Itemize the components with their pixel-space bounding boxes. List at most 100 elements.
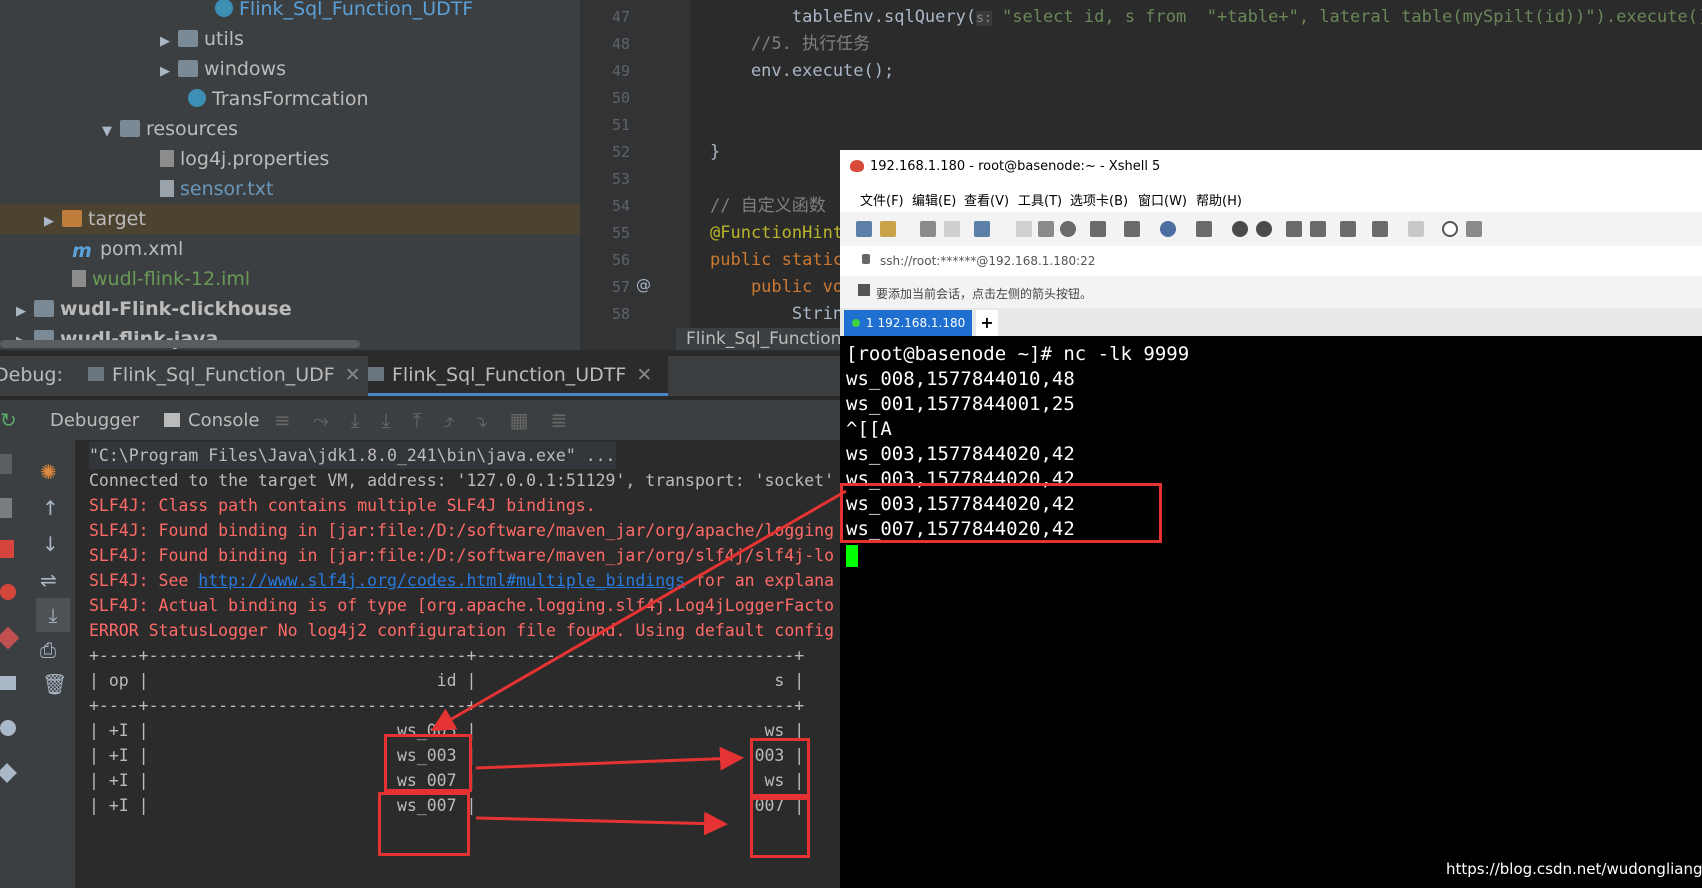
fullscreen-icon[interactable] <box>1286 221 1302 237</box>
session-tab[interactable]: 1 192.168.1.180 <box>844 310 972 336</box>
tree-item-windows[interactable]: ▶ windows <box>160 54 286 84</box>
scroll-to-end-icon[interactable]: ⤓ <box>36 598 70 632</box>
chevron-right-icon[interactable]: ▶ <box>160 57 178 87</box>
stop-icon[interactable] <box>0 540 14 558</box>
tree-item-log4j-properties[interactable]: log4j.properties <box>160 144 329 174</box>
tab-flink-sql-function-udtf[interactable]: Flink_Sql_Function_UDTF ✕ <box>368 356 668 396</box>
tree-item-sensor-txt[interactable]: sensor.txt <box>160 174 273 204</box>
session-address[interactable]: ssh://root:******@192.168.1.180:22 <box>880 254 1095 268</box>
rerun-icon[interactable]: ↻ <box>0 408 20 432</box>
menu-tools[interactable]: 工具(T) <box>1018 190 1062 209</box>
debug-target-icon[interactable]: ✺ <box>40 460 57 484</box>
code-line-54: // 自定义函数 <box>710 196 826 216</box>
tree-scrollbar[interactable] <box>0 340 360 348</box>
chevron-right-icon[interactable]: ▶ <box>16 297 34 327</box>
properties-icon[interactable] <box>974 221 990 237</box>
globe-icon[interactable] <box>1160 221 1176 237</box>
tree-item-target[interactable]: ▶ target <box>44 204 146 234</box>
console-side-toolbar: ✺ ↑ ↓ ⇌ ⤓ ⎙ 🗑 <box>36 440 76 888</box>
print-icon[interactable] <box>1090 221 1106 237</box>
help-icon[interactable] <box>1442 221 1458 237</box>
console-line: SLF4J: Actual binding is of type [org.ap… <box>89 596 835 615</box>
new-tab-icon[interactable] <box>1372 221 1388 237</box>
xshell-title: 192.168.1.180 - root@basenode:~ - Xshell… <box>870 159 1161 174</box>
script-icon[interactable] <box>1232 221 1248 237</box>
breakpoints-icon[interactable] <box>0 584 16 600</box>
code-line-56: public static <box>710 250 844 270</box>
soft-wrap-icon[interactable]: ⇌ <box>40 568 57 592</box>
terminal-line: ws_003,1577844020,42 <box>846 443 1075 465</box>
paste-icon[interactable] <box>1038 221 1054 237</box>
new-session-icon[interactable] <box>856 221 872 237</box>
layout-icon[interactable] <box>1408 221 1424 237</box>
folder-icon <box>178 30 198 47</box>
debug-step-toolbar[interactable]: ≡⤳⤓⤓⤒⤴⤵▦≣ <box>274 408 589 432</box>
menu-file[interactable]: 文件(F) <box>860 190 904 209</box>
tree-item-iml[interactable]: wudl-flink-12.iml <box>72 264 250 294</box>
resume-icon[interactable] <box>0 454 12 474</box>
mute-breakpoints-icon[interactable] <box>0 626 20 650</box>
tree-item-pom-xml[interactable]: m pom.xml <box>72 234 183 264</box>
font-icon[interactable] <box>1196 221 1212 237</box>
lock-icon[interactable] <box>1310 221 1326 237</box>
folder-icon <box>178 60 198 77</box>
xshell-address-bar[interactable]: ssh://root:******@192.168.1.180:22 <box>840 246 1702 276</box>
terminal[interactable]: [root@basenode ~]# nc -lk 9999 ws_008,15… <box>840 336 1702 888</box>
arrow-icon[interactable] <box>858 284 870 296</box>
search-icon[interactable] <box>1060 221 1076 237</box>
line-number: 56 <box>611 251 630 269</box>
override-at-icon[interactable]: @ <box>636 276 651 294</box>
pin-icon[interactable] <box>0 763 17 783</box>
menu-view[interactable]: 查看(V) <box>964 190 1009 209</box>
keyboard-icon[interactable] <box>1340 221 1356 237</box>
close-icon[interactable]: ✕ <box>345 364 361 386</box>
chevron-down-icon[interactable]: ▼ <box>102 117 120 147</box>
transfer-icon[interactable] <box>1124 221 1140 237</box>
print-icon[interactable]: ⎙ <box>40 638 56 662</box>
tree-item-module-clickhouse[interactable]: ▶ wudl-Flink-clickhouse <box>16 294 292 324</box>
module-icon <box>34 300 54 317</box>
add-tab-button[interactable]: + <box>976 310 998 336</box>
arrow-down-icon[interactable]: ↓ <box>42 532 59 556</box>
line-number: 47 <box>611 8 630 26</box>
camera-icon[interactable] <box>0 676 16 690</box>
tree-item-flink-sql-function-udtf[interactable]: Flink_Sql_Function_UDTF <box>215 0 473 24</box>
chat-icon[interactable] <box>1466 221 1482 237</box>
chevron-right-icon[interactable]: ▶ <box>44 207 62 237</box>
table-border: +----+--------------------------------+-… <box>89 696 805 715</box>
copy-icon[interactable] <box>1016 221 1032 237</box>
xshell-titlebar[interactable]: 192.168.1.180 - root@basenode:~ - Xshell… <box>840 150 1702 184</box>
open-folder-icon[interactable] <box>880 221 896 237</box>
trash-icon[interactable]: 🗑 <box>42 672 67 696</box>
pause-icon[interactable] <box>0 498 12 518</box>
menu-edit[interactable]: 编辑(E) <box>912 190 956 209</box>
tree-item-utils[interactable]: ▶ utils <box>160 24 244 54</box>
chevron-right-icon[interactable]: ▶ <box>160 27 178 57</box>
line-number: 57 <box>611 278 630 296</box>
xshell-logo-icon <box>850 160 864 172</box>
line-number: 49 <box>611 62 630 80</box>
menu-window[interactable]: 窗口(W) <box>1138 190 1187 209</box>
xftp-icon[interactable] <box>1256 221 1272 237</box>
console-line: "C:\Program Files\Java\jdk1.8.0_241\bin\… <box>89 442 616 469</box>
table-header: | op | id | s | <box>89 671 805 690</box>
reconnect-icon[interactable] <box>920 221 936 237</box>
folder-icon <box>120 120 140 137</box>
console-line: ERROR StatusLogger No log4j2 configurati… <box>89 621 835 640</box>
menu-tab[interactable]: 选项卡(B) <box>1070 190 1128 209</box>
menu-help[interactable]: 帮助(H) <box>1196 190 1242 209</box>
slf4j-link[interactable]: http://www.slf4j.org/codes.html#multiple… <box>198 571 685 590</box>
tab-console[interactable]: Console <box>164 410 259 431</box>
tree-item-resources[interactable]: ▼ resources <box>102 114 238 144</box>
disconnect-icon[interactable] <box>944 221 960 237</box>
run-config-icon <box>368 367 384 381</box>
settings-gear-icon[interactable] <box>0 720 16 736</box>
console-line: Connected to the target VM, address: '12… <box>89 471 835 490</box>
tree-item-transformcation[interactable]: TransFormcation <box>188 84 369 114</box>
line-number: 51 <box>611 116 630 134</box>
close-icon[interactable]: ✕ <box>636 364 652 386</box>
tab-flink-sql-function-udf[interactable]: Flink_Sql_Function_UDF ✕ <box>88 364 361 386</box>
tab-debugger[interactable]: Debugger <box>50 410 139 431</box>
arrow-up-icon[interactable]: ↑ <box>42 496 59 520</box>
debug-left-toolbar: ✺ ↑ ↓ ⇌ ⤓ ⎙ 🗑 <box>0 440 76 888</box>
